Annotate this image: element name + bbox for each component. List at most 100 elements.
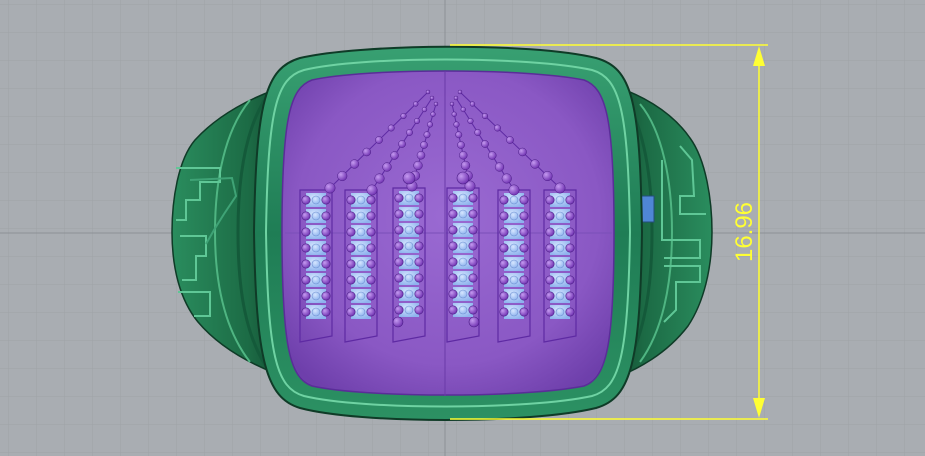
gem-stone[interactable] (301, 195, 311, 205)
gem-stone-center[interactable] (509, 211, 519, 221)
ray-gem[interactable] (366, 184, 378, 196)
gem-stone[interactable] (519, 307, 529, 317)
gem-stone-center[interactable] (509, 243, 519, 253)
gem-stone[interactable] (366, 243, 376, 253)
gem-stone-center[interactable] (356, 227, 366, 237)
ray-gem[interactable] (387, 124, 395, 132)
gem-stone[interactable] (414, 209, 424, 219)
gem-stone[interactable] (414, 225, 424, 235)
ray-gem[interactable] (423, 131, 431, 139)
gem-stone[interactable] (448, 225, 458, 235)
gem-stone[interactable] (448, 209, 458, 219)
gem-stone-center[interactable] (555, 227, 565, 237)
gem-stone[interactable] (545, 211, 555, 221)
ray-gem[interactable] (374, 173, 385, 184)
gem-stone-center[interactable] (555, 243, 565, 253)
gem-stone-center[interactable] (404, 225, 414, 235)
gem-stone[interactable] (499, 243, 509, 253)
ray-gem[interactable] (460, 106, 466, 113)
gem-stone[interactable] (414, 305, 424, 315)
gem-stone[interactable] (468, 273, 478, 283)
gem-stone-center[interactable] (555, 211, 565, 221)
gem-stone[interactable] (346, 227, 356, 237)
gem-stone[interactable] (448, 193, 458, 203)
gem-stone[interactable] (321, 275, 331, 285)
gem-stone-center[interactable] (458, 273, 468, 283)
gem-stone[interactable] (565, 195, 575, 205)
gem-stone[interactable] (448, 289, 458, 299)
ray-gem[interactable] (542, 170, 553, 182)
gem-stone-center[interactable] (509, 291, 519, 301)
ray-gem[interactable] (349, 159, 360, 169)
ray-gem[interactable] (494, 124, 501, 132)
gem-stone-center[interactable] (509, 259, 519, 269)
gem-stone-center[interactable] (356, 275, 366, 285)
gem-stone[interactable] (346, 291, 356, 301)
gem-stone[interactable] (301, 259, 311, 269)
gem-stone[interactable] (448, 241, 458, 251)
gem-stone[interactable] (565, 275, 575, 285)
gem-stone-center[interactable] (509, 307, 519, 317)
gem-stone[interactable] (346, 211, 356, 221)
gem-stone[interactable] (346, 243, 356, 253)
ray-gem[interactable] (398, 140, 406, 148)
ray-gem[interactable] (554, 182, 566, 194)
gem-stone[interactable] (468, 289, 478, 299)
ray-gem[interactable] (474, 129, 482, 136)
gem-stone[interactable] (366, 227, 376, 237)
gem-stone[interactable] (346, 275, 356, 285)
gem-stone-center[interactable] (458, 305, 468, 315)
gem-stone[interactable] (394, 225, 404, 235)
ray-gem[interactable] (413, 117, 421, 125)
gem-stone-center[interactable] (311, 307, 321, 317)
gem-stone[interactable] (301, 211, 311, 221)
gem-stone[interactable] (499, 259, 509, 269)
gem-stone-center[interactable] (404, 193, 414, 203)
gem-stone[interactable] (499, 291, 509, 301)
ray-gem[interactable] (469, 101, 476, 107)
gem-stone-center[interactable] (311, 211, 321, 221)
gem-stone[interactable] (519, 259, 529, 269)
ray-gem[interactable] (375, 136, 383, 144)
ray-gem[interactable] (433, 101, 439, 107)
gem-stone[interactable] (545, 307, 555, 317)
ray-gem[interactable] (488, 151, 497, 160)
ray-gem[interactable] (390, 151, 399, 160)
gem-stone[interactable] (394, 305, 404, 315)
gem-stone-center[interactable] (555, 307, 565, 317)
ray-gem[interactable] (420, 141, 428, 149)
gem-stone[interactable] (321, 243, 331, 253)
gem-stone-center[interactable] (356, 211, 366, 221)
ray-gem[interactable] (324, 182, 336, 194)
gem-stone-center[interactable] (509, 195, 519, 205)
ray-gem[interactable] (413, 160, 423, 171)
gem-stone-center[interactable] (311, 259, 321, 269)
gem-stone[interactable] (301, 275, 311, 285)
gem-stone[interactable] (565, 259, 575, 269)
gem-stone[interactable] (565, 227, 575, 237)
ray-gem[interactable] (467, 117, 474, 125)
gem-stone[interactable] (565, 243, 575, 253)
gem-stone-center[interactable] (404, 209, 414, 219)
gem-stone[interactable] (545, 227, 555, 237)
gem-stone[interactable] (394, 273, 404, 283)
gem-stone[interactable] (414, 193, 424, 203)
gem-stone[interactable] (545, 275, 555, 285)
gem-stone[interactable] (468, 209, 478, 219)
gem-stone-center[interactable] (311, 291, 321, 301)
gem-stone[interactable] (519, 195, 529, 205)
ray-gem[interactable] (425, 89, 431, 95)
rhino-viewport[interactable]: 16.96 (0, 0, 925, 456)
gem-stone[interactable] (545, 243, 555, 253)
gem-stone[interactable] (366, 259, 376, 269)
gem-stone[interactable] (394, 289, 404, 299)
gem-stone-center[interactable] (404, 273, 414, 283)
gem-stone[interactable] (499, 195, 509, 205)
gem-stone[interactable] (468, 257, 478, 267)
gem-stone-center[interactable] (509, 275, 519, 285)
gem-stone-center[interactable] (458, 209, 468, 219)
gem-stone[interactable] (301, 227, 311, 237)
gem-stone[interactable] (346, 195, 356, 205)
gem-stone-center[interactable] (356, 307, 366, 317)
ray-gem[interactable] (506, 136, 514, 144)
